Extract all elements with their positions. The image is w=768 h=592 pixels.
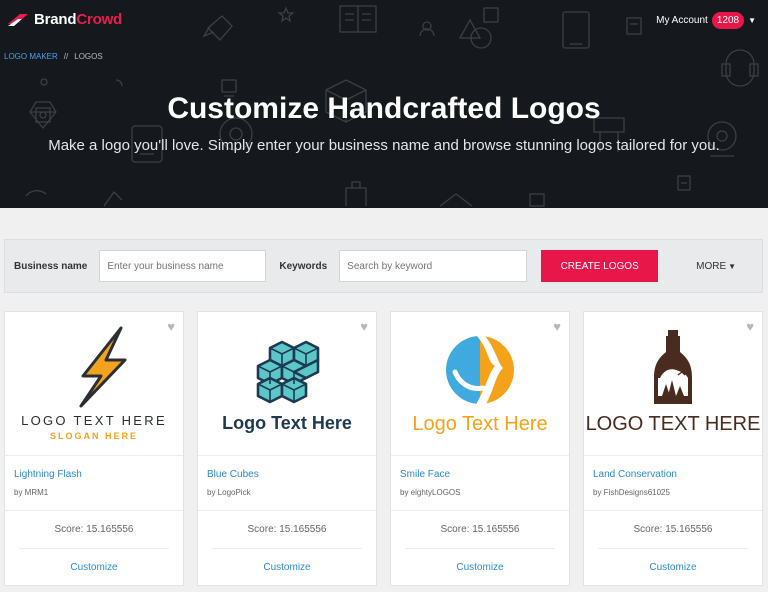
heart-icon[interactable]: ♥ xyxy=(746,319,754,334)
logo-card-land-conservation[interactable]: LOGO TEXT HERE ♥ Land Conservation by Fi… xyxy=(583,311,763,586)
brand-swoosh-icon xyxy=(8,13,28,26)
breadcrumb-logos: LOGOS xyxy=(74,52,103,61)
divider xyxy=(391,510,569,511)
card-title[interactable]: Lightning Flash xyxy=(14,469,82,480)
brand-name: BrandCrowd xyxy=(34,11,123,28)
logo-sample-text: LOGO TEXT HERE xyxy=(21,413,167,428)
divider xyxy=(198,510,376,511)
logo-sample-text: Logo Text Here xyxy=(412,413,547,435)
card-author: by eightyLOGOS xyxy=(400,488,461,497)
account-label: My Account xyxy=(656,15,708,26)
card-score: Score: 15.165556 xyxy=(440,524,520,535)
customize-link[interactable]: Customize xyxy=(584,562,762,573)
divider xyxy=(212,548,362,549)
breadcrumb-separator: // xyxy=(63,52,69,61)
customize-link[interactable]: Customize xyxy=(5,562,183,573)
business-name-label: Business name xyxy=(14,260,88,272)
page-subtitle: Make a logo you'll love. Simply enter yo… xyxy=(48,137,720,154)
search-bar: Business name Keywords CREATE LOGOS MORE… xyxy=(4,239,763,293)
more-filters-button[interactable]: MORE ▼ xyxy=(696,261,736,272)
logo-sample-text: Logo Text Here xyxy=(222,413,352,433)
lightning-bolt-icon: LOGO TEXT HERE SLOGAN HERE xyxy=(21,326,167,441)
keywords-input[interactable] xyxy=(339,250,528,282)
customize-link[interactable]: Customize xyxy=(391,562,569,573)
card-title[interactable]: Blue Cubes xyxy=(207,469,259,480)
account-count-badge: 1208 xyxy=(711,12,745,29)
logo-preview[interactable]: Logo Text Here xyxy=(198,312,376,455)
heart-icon[interactable]: ♥ xyxy=(167,319,175,334)
create-logos-button[interactable]: CREATE LOGOS xyxy=(541,250,659,282)
page-title: Customize Handcrafted Logos xyxy=(167,92,601,125)
logo-card-smile-face[interactable]: Logo Text Here ♥ Smile Face by eightyLOG… xyxy=(390,311,570,586)
divider xyxy=(405,548,555,549)
heart-icon[interactable]: ♥ xyxy=(553,319,561,334)
logo-preview[interactable]: Logo Text Here xyxy=(391,312,569,455)
logo-card-lightning-flash[interactable]: LOGO TEXT HERE SLOGAN HERE ♥ Lightning F… xyxy=(4,311,184,586)
card-title[interactable]: Smile Face xyxy=(400,469,450,480)
divider xyxy=(584,510,762,511)
logo-card-blue-cubes[interactable]: Logo Text Here ♥ Blue Cubes by LogoPick … xyxy=(197,311,377,586)
logo-preview[interactable]: LOGO TEXT HERE xyxy=(584,312,762,455)
card-score: Score: 15.165556 xyxy=(54,524,134,535)
logo-slogan-text: SLOGAN HERE xyxy=(50,431,138,441)
card-author: by FishDesigns61025 xyxy=(593,488,670,497)
card-title[interactable]: Land Conservation xyxy=(593,469,677,480)
heart-icon[interactable]: ♥ xyxy=(360,319,368,334)
logo-sample-text: LOGO TEXT HERE xyxy=(586,413,761,435)
smile-face-icon: Logo Text Here xyxy=(412,334,548,435)
divider xyxy=(598,548,748,549)
breadcrumb: LOGO MAKER // LOGOS xyxy=(4,52,103,61)
breadcrumb-logo-maker[interactable]: LOGO MAKER xyxy=(4,52,58,61)
card-author: by MRM1 xyxy=(14,488,49,497)
divider xyxy=(5,510,183,511)
hero-banner: BrandCrowd My Account 1208 ▼ LOGO MAKER … xyxy=(0,0,768,208)
customize-link[interactable]: Customize xyxy=(198,562,376,573)
keywords-label: Keywords xyxy=(279,260,328,272)
card-score: Score: 15.165556 xyxy=(633,524,713,535)
divider xyxy=(198,455,376,456)
cubes-icon: Logo Text Here xyxy=(222,340,352,433)
chevron-down-icon: ▼ xyxy=(748,16,756,25)
card-score: Score: 15.165556 xyxy=(247,524,327,535)
more-label: MORE xyxy=(696,260,727,272)
divider xyxy=(5,455,183,456)
logo-preview[interactable]: LOGO TEXT HERE SLOGAN HERE xyxy=(5,312,183,455)
brand-logo[interactable]: BrandCrowd xyxy=(6,11,122,28)
divider xyxy=(391,455,569,456)
divider xyxy=(584,455,762,456)
account-menu[interactable]: My Account 1208 ▼ xyxy=(656,12,756,29)
bottle-icon: LOGO TEXT HERE xyxy=(586,330,761,435)
business-name-input[interactable] xyxy=(99,250,267,282)
chevron-down-icon: ▼ xyxy=(728,261,737,271)
card-author: by LogoPick xyxy=(207,488,251,497)
divider xyxy=(19,548,169,549)
